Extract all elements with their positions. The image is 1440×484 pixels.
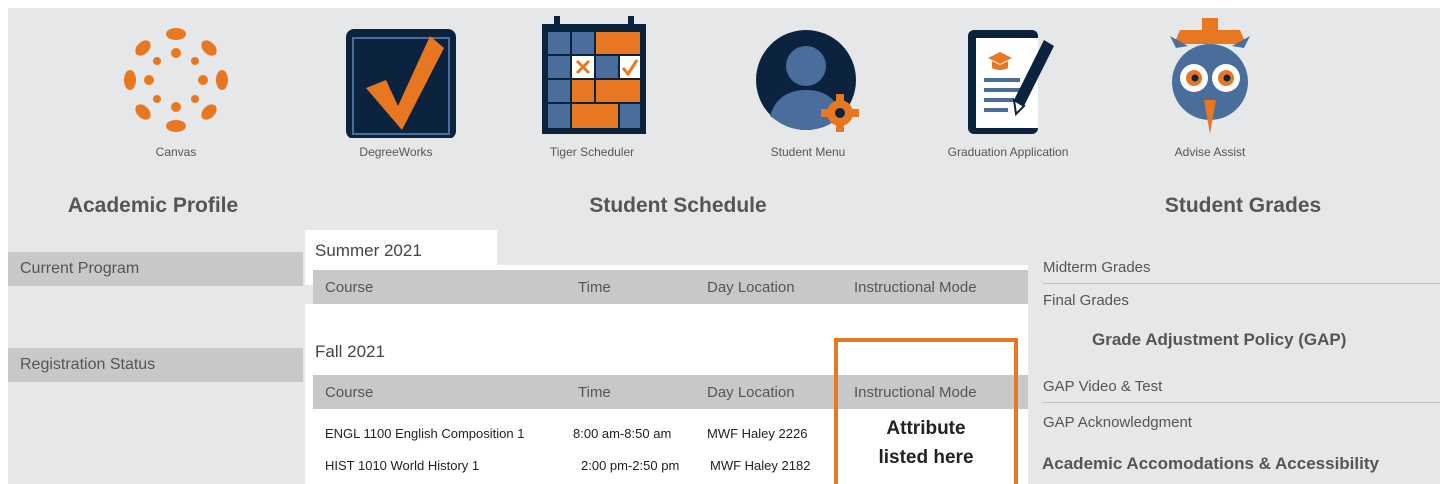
column-day-location: Day Location [707,279,795,296]
app-label: Advise Assist [1174,145,1246,159]
column-course: Course [325,384,374,401]
column-time: Time [578,384,611,401]
graduation-document-icon [938,8,1078,138]
app-student-menu[interactable]: Student Menu [738,8,878,159]
app-label: Tiger Scheduler [549,145,635,159]
gap-title: Grade Adjustment Policy (GAP) [1092,330,1347,349]
final-grades-link[interactable]: Final Grades [1043,292,1129,309]
course-time: 8:00 am-8:50 am [573,426,672,441]
callout-line: listed here [878,447,974,468]
app-graduation-application[interactable]: Graduation Application [938,8,1078,159]
instructional-mode-callout: Attribute listed here [834,338,1018,484]
column-instructional-mode: Instructional Mode [854,279,977,296]
term-summer-2021: Summer 2021 [305,230,497,265]
course-time: 2:00 pm-2:50 pm [581,458,680,473]
student-gear-icon [738,8,878,138]
app-label: Graduation Application [947,145,1069,159]
academic-profile-title: Academic Profile [67,194,239,217]
portal-frame: Canvas DegreeWorks Tiger Scheduler Stude… [8,8,1440,484]
app-label: Student Menu [770,145,846,159]
app-canvas[interactable]: Canvas [106,8,246,159]
callout-line: Attribute [886,418,966,439]
degreeworks-checkmark-icon [326,8,466,138]
app-label: Canvas [155,145,197,159]
accommodations-title: Academic Accomodations & Accessibility [1042,454,1379,473]
summer-header-row: Course Time Day Location Instructional M… [313,270,1028,304]
midterm-grades-link[interactable]: Midterm Grades [1043,259,1151,276]
student-schedule-title: Student Schedule [589,194,767,217]
course-name: ENGL 1100 English Composition 1 [325,426,525,441]
course-name: HIST 1010 World History 1 [325,458,480,473]
app-label: DegreeWorks [359,145,433,159]
divider [1043,402,1440,403]
calendar-scheduler-icon [522,8,662,138]
app-advise-assist[interactable]: Advise Assist [1140,8,1280,159]
app-tiger-scheduler[interactable]: Tiger Scheduler [522,8,662,159]
app-degreeworks[interactable]: DegreeWorks [326,8,466,159]
gap-video-test-link[interactable]: GAP Video & Test [1043,378,1162,395]
current-program-item[interactable]: Current Program [8,252,303,286]
column-time: Time [578,279,611,296]
canvas-icon [106,8,246,138]
gap-acknowledgment-link[interactable]: GAP Acknowledgment [1043,414,1192,431]
student-grades-title: Student Grades [1164,194,1322,217]
course-day-location: MWF Haley 2226 [707,426,808,441]
column-course: Course [325,279,374,296]
course-day-location: MWF Haley 2182 [710,458,811,473]
owl-icon [1140,8,1280,138]
column-day-location: Day Location [707,384,795,401]
term-fall-2021: Fall 2021 [315,342,385,361]
registration-status-item[interactable]: Registration Status [8,348,303,382]
divider [1043,283,1440,284]
callout-text: Attribute listed here [838,414,1014,472]
